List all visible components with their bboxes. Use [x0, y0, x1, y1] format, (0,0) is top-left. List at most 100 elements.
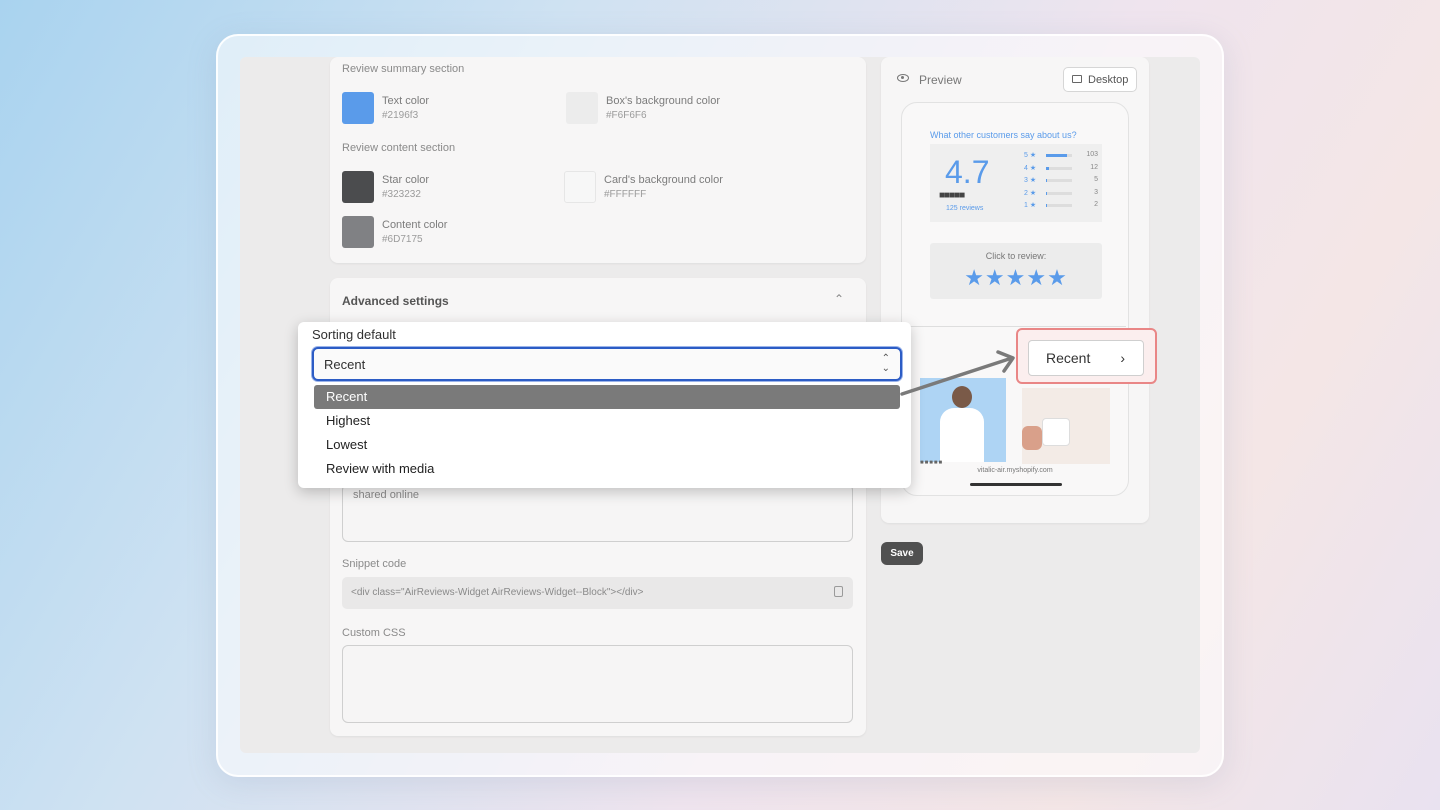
rating-bar-track [1046, 191, 1072, 195]
rating-bar-label: 4 ★ [1024, 164, 1037, 172]
content-color-picker[interactable]: Content color #6D7175 [342, 216, 447, 248]
review-description-textarea[interactable]: shared online [342, 484, 853, 542]
rating-bar-label: 1 ★ [1024, 202, 1037, 209]
advanced-settings-title: Advanced settings [342, 294, 449, 308]
rating-value: 4.7 [945, 154, 990, 190]
option-review-with-media[interactable]: Review with media [314, 457, 900, 481]
summary-section-heading: Review summary section [342, 63, 465, 75]
card-bg-color-picker[interactable]: Card's background color #FFFFFF [564, 171, 723, 203]
rating-bar-count: 12 [1090, 163, 1098, 171]
sorting-options-list: Recent Highest Lowest Review with media [314, 385, 900, 481]
eye-icon [897, 74, 909, 82]
desktop-icon [1072, 75, 1082, 83]
option-lowest[interactable]: Lowest [314, 433, 900, 457]
star-color-hex: #323232 [382, 189, 421, 200]
widget-heading: What other customers say about us? [930, 130, 1077, 140]
rating-bar-fill [1046, 179, 1048, 182]
person-head [952, 386, 972, 408]
person-body [940, 408, 984, 462]
rating-bar-fill [1046, 154, 1068, 157]
collapse-chevron-icon[interactable]: ⌃ [834, 292, 844, 306]
preview-title: Preview [919, 73, 962, 87]
summary-box: 4.7 ■■■■■ 125 reviews 5 ★ 103 4 ★ 12 3 ★ 5 2 ★… [930, 144, 1102, 222]
recent-sort-button[interactable]: Recent › [1028, 340, 1144, 376]
home-indicator [970, 483, 1062, 486]
custom-css-label: Custom CSS [342, 627, 406, 639]
recent-highlight: Recent › [1016, 328, 1157, 384]
sorting-default-label: Sorting default [312, 327, 396, 342]
content-color-label: Content color [382, 219, 448, 231]
rating-bar-label: 5 ★ [1024, 152, 1037, 159]
sorting-select[interactable]: Recent ⌃ ⌄ [312, 347, 902, 381]
rating-bar-track [1046, 204, 1072, 207]
rating-bar-fill [1046, 204, 1047, 207]
custom-css-textarea[interactable] [342, 645, 853, 723]
text-color-label: Text color [382, 95, 430, 107]
rating-bar-count: 5 [1094, 176, 1098, 183]
box-bg-label: Box's background color [606, 95, 720, 107]
rating-bar-count: 103 [1086, 151, 1098, 158]
desktop-button-label: Desktop [1088, 74, 1129, 86]
save-button[interactable]: Save [881, 542, 923, 565]
rating-bar-row: 2 ★ 3 [1024, 189, 1098, 202]
content-color-hex: #6D7175 [382, 234, 423, 245]
box-bg-hex: #F6F6F6 [606, 110, 647, 121]
box-bg-swatch[interactable] [566, 92, 598, 124]
option-recent[interactable]: Recent [314, 385, 900, 409]
rating-bar-label: 3 ★ [1024, 177, 1037, 184]
shop-domain: vitalic-air.myshopify.com [977, 467, 1053, 474]
click-to-review-box: Click to review: ★★★★★ [930, 243, 1102, 299]
rating-bar-count: 2 [1094, 201, 1098, 208]
star-color-swatch[interactable] [342, 171, 374, 203]
chevron-right-icon: › [1120, 350, 1125, 366]
review-photo-woman[interactable] [920, 378, 1006, 462]
rating-bar-fill [1046, 166, 1049, 170]
review-photo-mug[interactable] [1022, 388, 1110, 464]
rating-bar-count: 3 [1094, 188, 1098, 196]
rating-bar-track [1046, 154, 1072, 157]
rating-bar-row: 1 ★ 2 [1024, 201, 1098, 214]
option-highest[interactable]: Highest [314, 409, 900, 433]
box-bg-color-picker[interactable]: Box's background color #F6F6F6 [566, 92, 720, 124]
rating-stars: ■■■■■ [939, 190, 965, 201]
sorting-dropdown: Sorting default Recent ⌃ ⌄ Recent Highest… [298, 322, 911, 488]
save-button-label: Save [890, 548, 914, 559]
textarea-text: shared online [353, 489, 420, 501]
sorting-select-value: Recent [324, 357, 366, 372]
star-color-label: Star color [382, 174, 430, 186]
preview-card: Preview Desktop What other customers say… [881, 57, 1149, 523]
select-chevrons-icon: ⌃ ⌄ [881, 353, 890, 374]
hand-shape [1022, 426, 1042, 450]
phone-mockup: What other customers say about us? 4.7 ■… [901, 102, 1129, 496]
desktop-button[interactable]: Desktop [1063, 67, 1137, 92]
snippet-code-field[interactable]: <div class="AirReviews-Widget AirReviews… [342, 577, 853, 609]
reviews-count: 125 reviews [946, 205, 984, 212]
content-color-swatch[interactable] [342, 216, 374, 248]
recent-sort-label: Recent [1046, 350, 1091, 366]
review-stars-icon[interactable]: ★★★★★ [930, 265, 1102, 291]
copy-icon[interactable] [834, 586, 843, 597]
star-color-picker[interactable]: Star color #323232 [342, 171, 429, 203]
snippet-code-label: Snippet code [342, 558, 407, 570]
phone-divider [906, 326, 1126, 327]
photo-dots: ■■■■■ [920, 460, 944, 466]
rating-bar-track [1046, 166, 1072, 170]
text-color-swatch[interactable] [342, 92, 374, 124]
content-section-heading: Review content section [342, 142, 456, 154]
rating-bar-row: 5 ★ 103 [1024, 151, 1098, 164]
rating-bars: 5 ★ 103 4 ★ 12 3 ★ 5 2 ★ 3 1 ★ 2 [1024, 151, 1098, 214]
text-color-hex: #2196f3 [382, 110, 419, 121]
rating-bar-fill [1046, 191, 1047, 195]
snippet-code-value: <div class="AirReviews-Widget AirReviews… [351, 587, 644, 598]
card-bg-hex: #FFFFFF [604, 189, 647, 200]
card-bg-swatch[interactable] [564, 171, 596, 203]
rating-bar-track [1046, 179, 1072, 182]
mug-shape [1042, 418, 1070, 446]
rating-bar-label: 2 ★ [1024, 189, 1037, 197]
rating-bar-row: 3 ★ 5 [1024, 176, 1098, 189]
rating-bar-row: 4 ★ 12 [1024, 164, 1098, 177]
click-to-review-label: Click to review: [985, 251, 1047, 261]
colors-card: Review summary section Text color #2196f… [330, 57, 866, 263]
text-color-picker[interactable]: Text color #2196f3 [342, 92, 429, 124]
card-bg-label: Card's background color [604, 174, 723, 186]
